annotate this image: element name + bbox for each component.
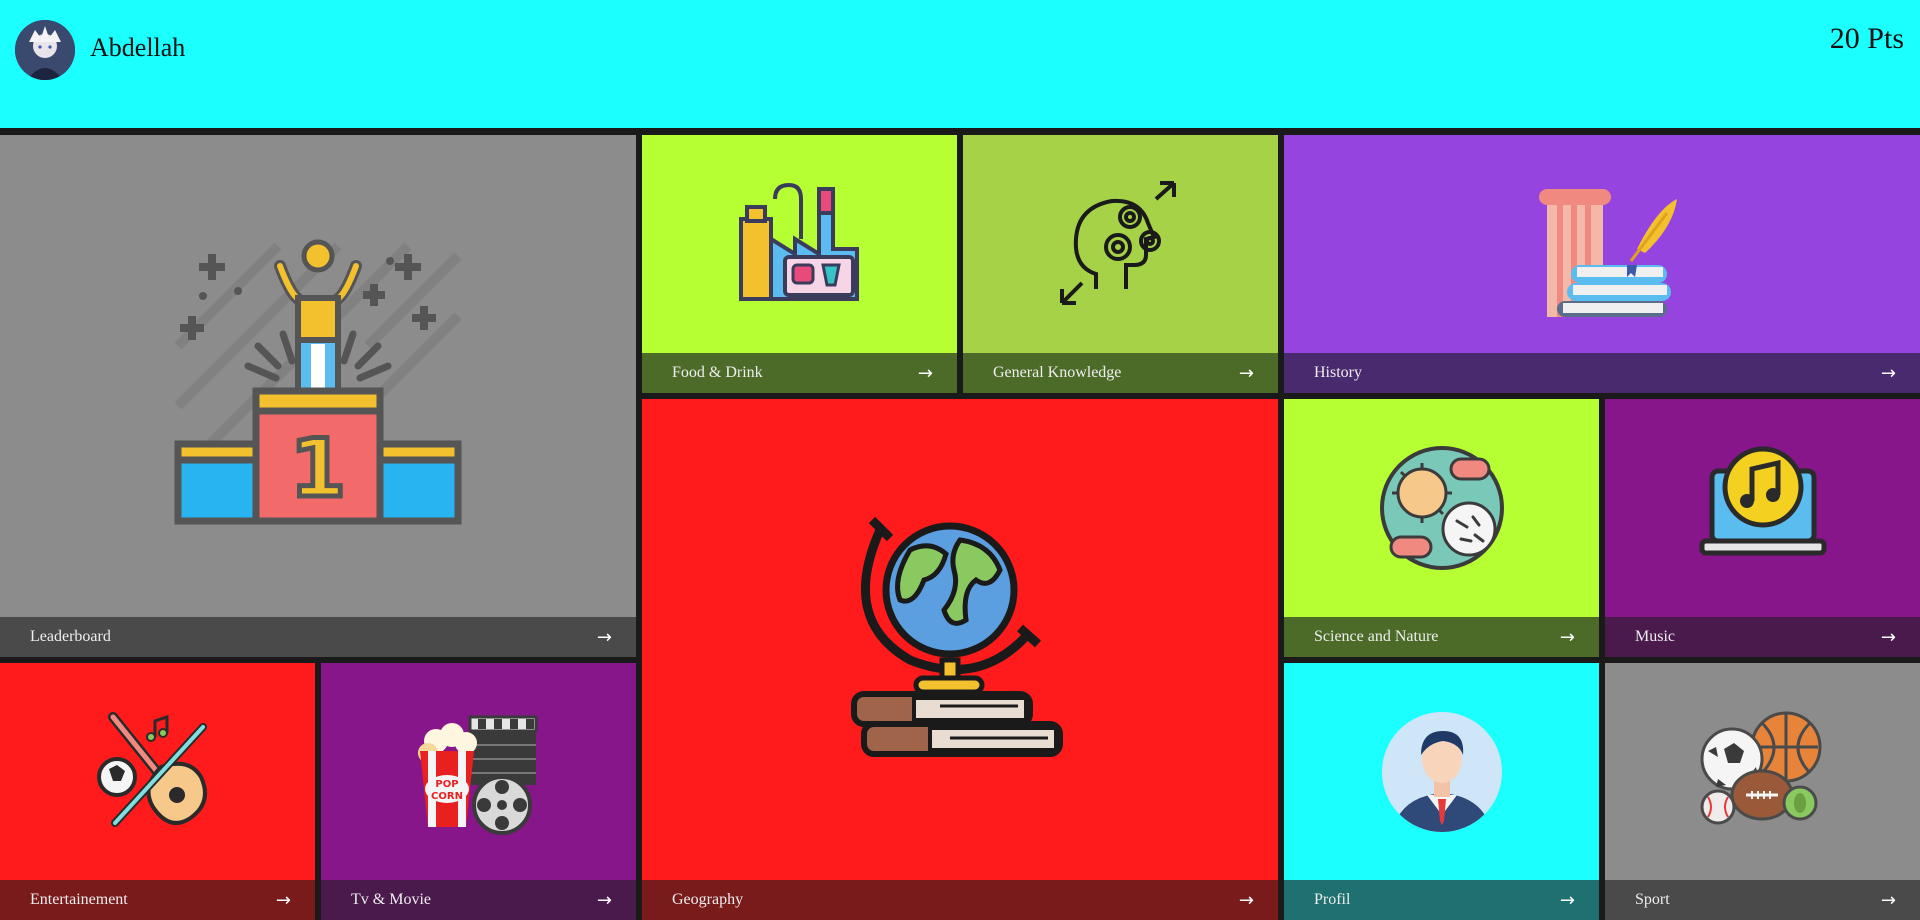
svg-text:1: 1: [290, 422, 346, 515]
tile-label: General Knowledge: [993, 364, 1122, 381]
head-gears-icon: [1059, 181, 1176, 305]
globe-books-icon: [851, 516, 1063, 757]
tile-entertainment[interactable]: Entertainement →: [0, 663, 315, 920]
tile-bar: Science and Nature →: [1284, 617, 1599, 657]
tile-bar: General Knowledge →: [963, 353, 1278, 393]
tile-bar: Sport →: [1605, 880, 1920, 920]
tile-profil[interactable]: Profil →: [1284, 663, 1599, 920]
tile-geography[interactable]: Geography →: [642, 399, 1278, 920]
tile-leaderboard[interactable]: 1 Leaderboard →: [0, 135, 636, 657]
businessman-avatar-icon: [1381, 711, 1502, 832]
popcorn-film-icon: POP CORN: [417, 715, 537, 835]
tile-label: Leaderboard: [30, 628, 111, 645]
tile-history[interactable]: History →: [1284, 135, 1920, 393]
tile-bar: Tv & Movie →: [321, 880, 636, 920]
arrow-right-icon: →: [1559, 626, 1575, 648]
top-header: Abdellah 20 Pts: [0, 0, 1920, 128]
tile-science-nature[interactable]: Science and Nature →: [1284, 399, 1599, 657]
tile-tv-movie[interactable]: POP CORN Tv & Movie →: [321, 663, 636, 920]
podium-icon: 1: [174, 239, 462, 525]
microbes-icon: [1379, 446, 1504, 570]
arrow-right-icon: →: [1880, 889, 1896, 911]
points-counter: 20 Pts: [1829, 22, 1904, 55]
tile-food-drink[interactable]: Food & Drink →: [642, 135, 957, 393]
sports-balls-icon: [1700, 711, 1821, 824]
guitar-icon: [96, 711, 207, 827]
arrow-right-icon: →: [1880, 626, 1896, 648]
food-factory-icon: [738, 182, 859, 301]
tile-music[interactable]: Music →: [1605, 399, 1920, 657]
arrow-right-icon: →: [1559, 889, 1575, 911]
tile-bar: Leaderboard →: [0, 617, 636, 657]
arrow-right-icon: →: [1880, 362, 1896, 384]
arrow-right-icon: →: [1238, 889, 1254, 911]
arrow-right-icon: →: [275, 889, 291, 911]
tile-bar: Geography →: [642, 880, 1278, 920]
arrow-right-icon: →: [596, 626, 612, 648]
tile-label: Sport: [1635, 891, 1670, 908]
user-avatar[interactable]: [15, 20, 75, 80]
arrow-right-icon: →: [917, 362, 933, 384]
tile-label: Food & Drink: [672, 364, 763, 381]
tile-label: Entertainement: [30, 891, 128, 908]
tile-bar: Entertainement →: [0, 880, 315, 920]
arrow-right-icon: →: [596, 889, 612, 911]
svg-text:CORN: CORN: [431, 791, 463, 802]
laptop-music-icon: [1699, 446, 1826, 556]
tile-bar: Music →: [1605, 617, 1920, 657]
tile-label: History: [1314, 364, 1362, 381]
tile-sport[interactable]: Sport →: [1605, 663, 1920, 920]
column-books-icon: [1539, 189, 1677, 317]
tile-bar: History →: [1284, 353, 1920, 393]
tile-label: Science and Nature: [1314, 628, 1439, 645]
tile-bar: Profil →: [1284, 880, 1599, 920]
svg-text:POP: POP: [435, 779, 458, 790]
tile-bar: Food & Drink →: [642, 353, 957, 393]
username: Abdellah: [90, 33, 186, 62]
tile-label: Profil: [1314, 891, 1351, 908]
tile-general-knowledge[interactable]: General Knowledge →: [963, 135, 1278, 393]
tile-label: Music: [1635, 628, 1675, 645]
arrow-right-icon: →: [1238, 362, 1254, 384]
tile-label: Geography: [672, 891, 744, 908]
tile-label: Tv & Movie: [351, 891, 431, 908]
